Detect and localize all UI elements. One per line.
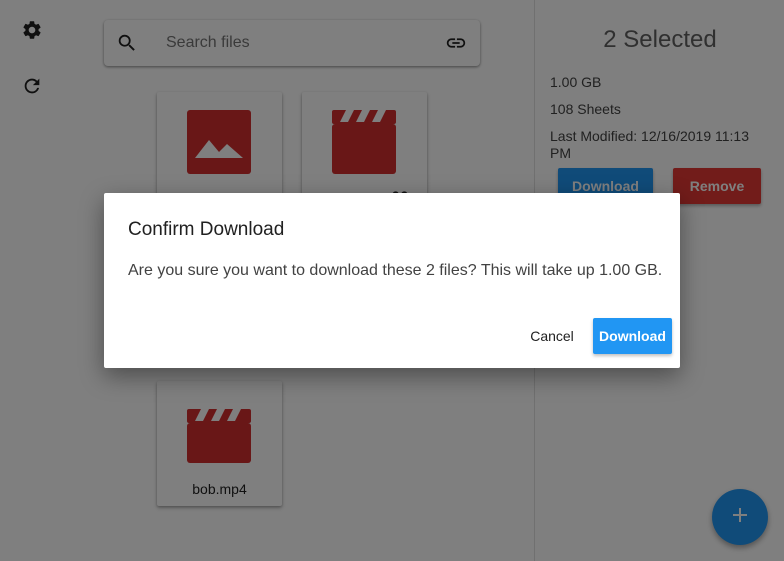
dialog-title: Confirm Download	[128, 219, 285, 240]
dialog-message: Are you sure you want to download these …	[128, 262, 663, 279]
cancel-button[interactable]: Cancel	[521, 318, 583, 354]
confirm-download-button[interactable]: Download	[593, 318, 672, 354]
confirm-download-dialog: Confirm Download Are you sure you want t…	[104, 193, 680, 368]
